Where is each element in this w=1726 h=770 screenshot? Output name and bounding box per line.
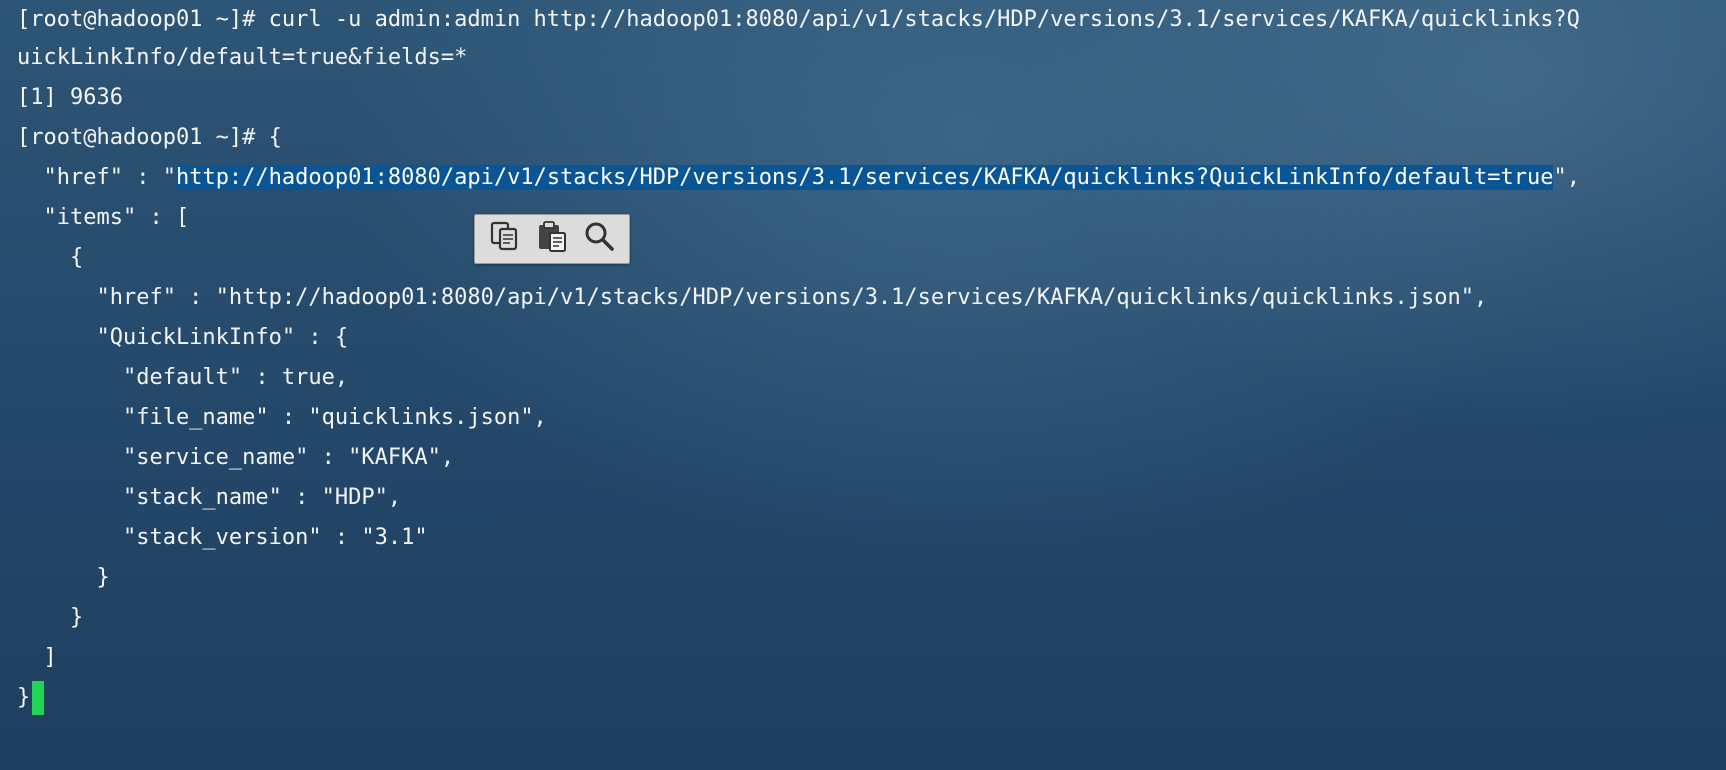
- selection-context-toolbar: [474, 214, 630, 264]
- href-suffix: ",: [1553, 165, 1580, 190]
- terminal-line: }: [17, 565, 110, 590]
- terminal-line: [root@hadoop01 ~]# curl -u admin:admin h…: [17, 7, 1580, 32]
- terminal-line: "service_name" : "KAFKA",: [17, 445, 455, 470]
- terminal-line: [root@hadoop01 ~]# {: [17, 125, 282, 150]
- paste-icon: [535, 219, 569, 259]
- terminal-line: "file_name" : "quicklinks.json",: [17, 405, 547, 430]
- terminal-line: "default" : true,: [17, 365, 349, 390]
- search-button[interactable]: [579, 219, 619, 259]
- copy-button[interactable]: [485, 219, 525, 259]
- terminal-line: [1] 9636: [17, 85, 123, 110]
- terminal-line: }: [17, 605, 84, 630]
- search-icon: [582, 219, 616, 259]
- terminal-line: ]: [17, 645, 57, 670]
- terminal-line: uickLinkInfo/default=true&fields=*: [17, 45, 468, 70]
- terminal-line: "stack_version" : "3.1": [17, 525, 428, 550]
- terminal-line: "QuickLinkInfo" : {: [17, 325, 349, 350]
- href-prefix: "href" : ": [17, 165, 176, 190]
- closing-brace: }: [17, 685, 31, 710]
- paste-button[interactable]: [532, 219, 572, 259]
- terminal-line-href: "href" : "http://hadoop01:8080/api/v1/st…: [17, 158, 1580, 198]
- terminal-line: {: [17, 245, 84, 270]
- terminal-line-prompt: }: [17, 678, 45, 718]
- terminal-window[interactable]: [root@hadoop01 ~]# curl -u admin:admin h…: [0, 0, 1726, 770]
- terminal-line: "stack_name" : "HDP",: [17, 485, 402, 510]
- copy-icon: [488, 219, 522, 259]
- terminal-line: "items" : [: [17, 205, 190, 230]
- text-cursor: [32, 681, 45, 715]
- selected-text[interactable]: http://hadoop01:8080/api/v1/stacks/HDP/v…: [175, 165, 1554, 190]
- terminal-line: "href" : "http://hadoop01:8080/api/v1/st…: [17, 285, 1488, 310]
